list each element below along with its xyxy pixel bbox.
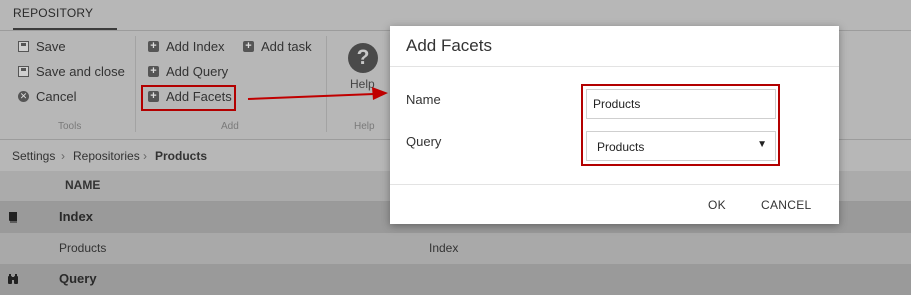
dialog-divider: [390, 184, 839, 185]
dialog-title: Add Facets: [406, 36, 492, 55]
add-facets-dialog: Add Facets Name Query Products ▼ OK CANC…: [390, 26, 839, 224]
cancel-dialog-button[interactable]: CANCEL: [761, 198, 811, 212]
query-label: Query: [406, 134, 442, 149]
ok-button[interactable]: OK: [708, 198, 726, 212]
dialog-divider: [390, 66, 839, 67]
fields-highlight: [581, 84, 780, 166]
name-label: Name: [406, 92, 441, 107]
